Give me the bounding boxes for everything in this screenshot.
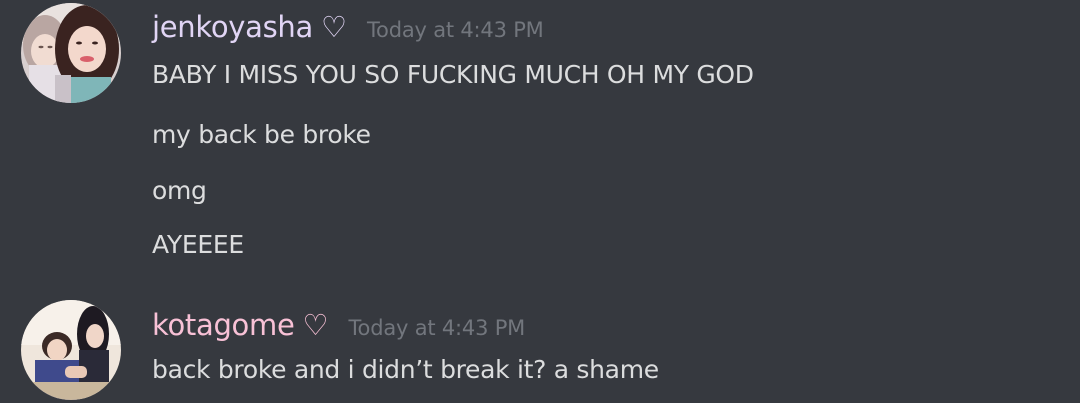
message-text: BABY I MISS YOU SO FUCKING MUCH OH MY GO… (152, 60, 754, 89)
message-text: omg (152, 176, 207, 205)
avatar-photo-icon (21, 300, 121, 400)
timestamp[interactable]: Today at 4:43 PM (349, 316, 526, 340)
username[interactable]: kotagome (152, 308, 295, 342)
message-header: kotagome ♡ Today at 4:43 PM (152, 308, 525, 342)
avatar[interactable] (21, 3, 121, 103)
message-header: jenkoyasha ♡ Today at 4:43 PM (152, 10, 544, 44)
avatar[interactable] (21, 300, 121, 400)
avatar-photo-icon (21, 3, 121, 103)
message-text: back broke and i didn’t break it? a sham… (152, 355, 659, 384)
message-text: AYEEEE (152, 230, 244, 259)
username[interactable]: jenkoyasha (152, 10, 313, 44)
timestamp[interactable]: Today at 4:43 PM (367, 18, 544, 42)
chat-messages: jenkoyasha ♡ Today at 4:43 PM BABY I MIS… (0, 0, 1080, 403)
heart-outline-icon: ♡ (320, 10, 347, 44)
message-text: my back be broke (152, 120, 371, 149)
heart-outline-icon: ♡ (302, 308, 329, 342)
